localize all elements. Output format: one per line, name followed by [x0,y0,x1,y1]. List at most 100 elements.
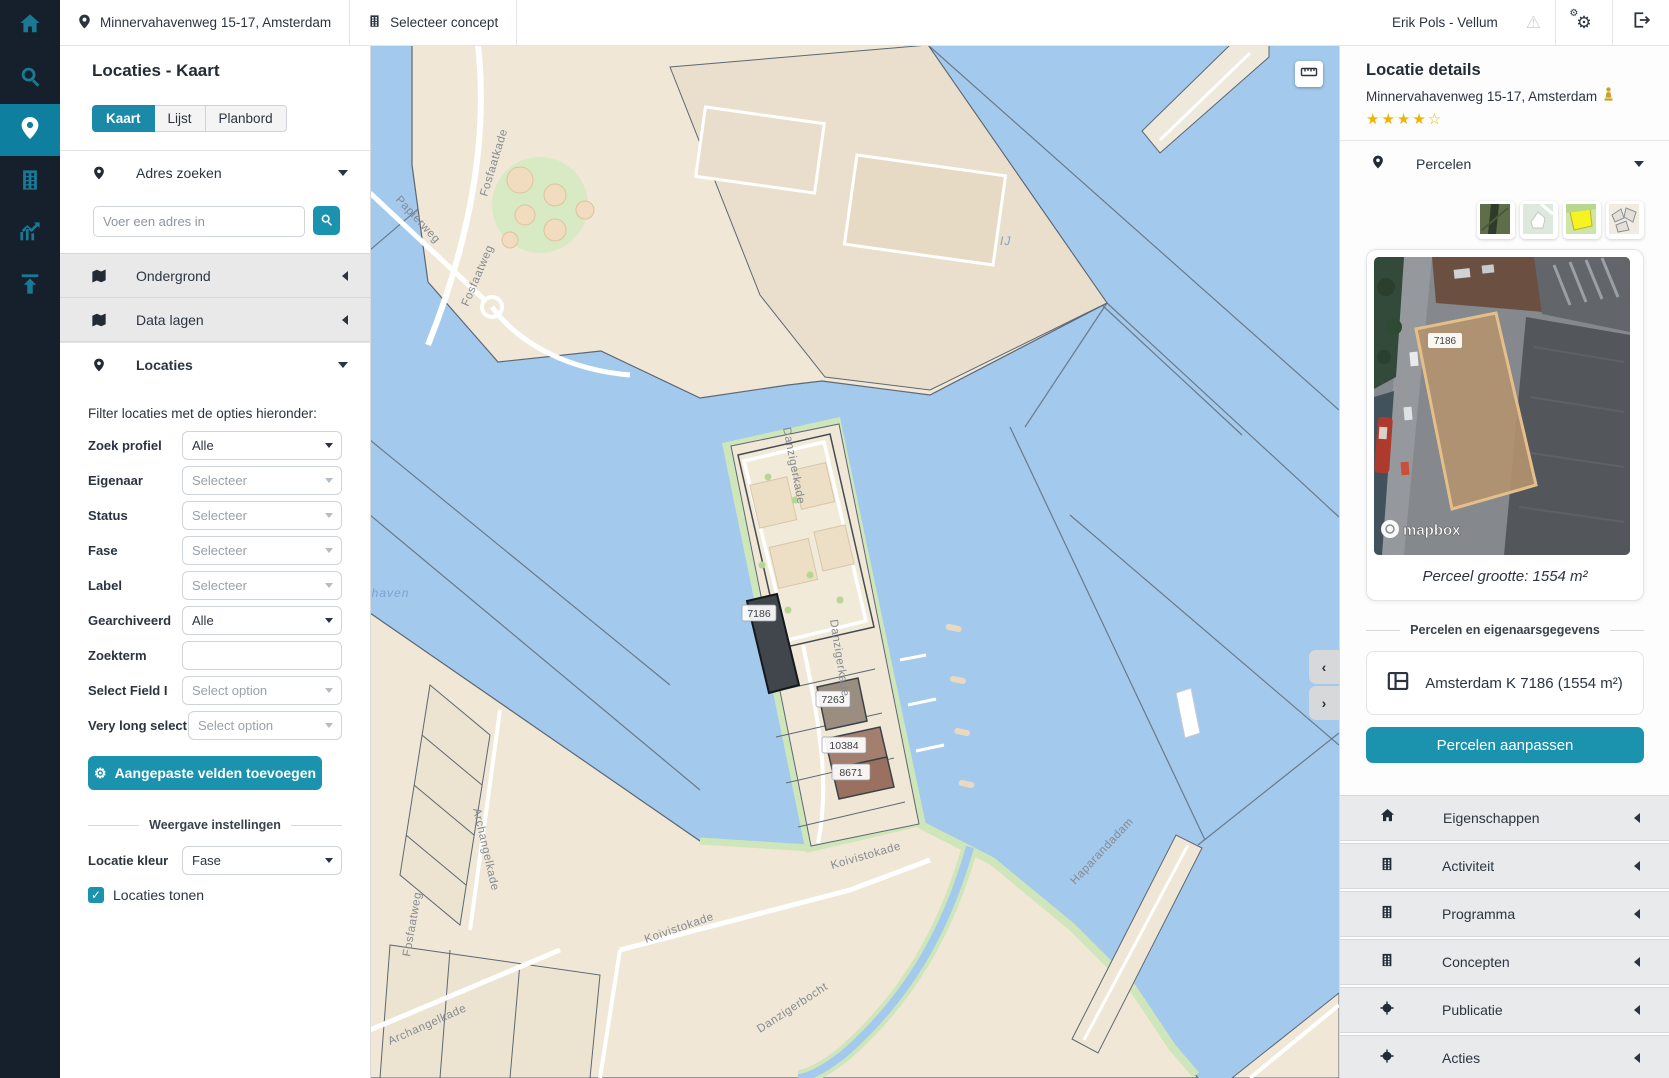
chevron-down-icon [338,362,348,368]
accordion-label: Eigenschappen [1443,810,1540,826]
section-adres-zoeken[interactable]: Adres zoeken [60,150,370,194]
parcel-label: 8671 [839,767,863,779]
checkbox-checked-icon[interactable] [88,887,104,903]
thumbnail-highlight-style[interactable] [1563,201,1601,239]
field-label: Gearchiveerd [88,613,176,628]
locaties-tonen-checkbox-row[interactable]: Locaties tonen [88,887,342,903]
parcel-label: 7186 [747,608,771,620]
select-value: Select option [198,718,273,733]
zoek-profiel-select[interactable]: Alle [182,431,342,460]
chevron-down-icon [325,548,333,553]
map-canvas[interactable]: 7186 7263 10384 8671 Fosfaatkade Fosfaat… [370,45,1339,1078]
home-icon [19,13,41,40]
status-select[interactable]: Selecteer [182,501,342,530]
water-label: Minervahaven [370,586,409,600]
zoekterm-input[interactable] [182,641,342,670]
parcel-list-item[interactable]: Amsterdam K 7186 (1554 m²) [1366,651,1644,715]
rating-stars[interactable]: ★★★★☆ [1366,110,1644,128]
percelen-aanpassen-button[interactable]: Percelen aanpassen [1366,727,1644,763]
topbar-concept-tab[interactable]: Selecteer concept [350,0,517,45]
section-label: Locaties [136,357,193,373]
section-data-lagen[interactable]: Data lagen [60,298,370,342]
home-icon [1380,808,1395,828]
accordion-eigenschappen[interactable]: Eigenschappen [1340,795,1669,841]
accordion-programma[interactable]: Programma [1340,891,1669,937]
section-percelen[interactable]: Percelen [1340,140,1669,187]
field-label: Very long select [88,718,188,733]
tab-planbord[interactable]: Planbord [206,105,287,132]
chevron-down-icon [325,858,333,863]
location-pin-icon [78,14,91,32]
section-label: Ondergrond [136,268,211,284]
chevron-left-icon [1634,957,1640,967]
divider-label-text: Percelen en eigenaarsgegevens [1410,623,1600,637]
tab-kaart[interactable]: Kaart [92,105,155,132]
thumbnail-satellite-style[interactable] [1477,201,1515,239]
satellite-image[interactable]: 7186 mapbox [1374,257,1630,555]
collapse-left-button[interactable]: ‹ [1309,650,1339,684]
parcel-preview-card: 7186 mapbox Perceel grootte: 1554 m² [1366,249,1644,601]
chevron-left-icon [342,271,348,281]
locatie-kleur-select[interactable]: Fase [182,846,342,875]
topbar-location-tab[interactable]: Minnervahavenweg 15-17, Amsterdam [60,0,350,45]
section-locaties[interactable]: Locaties [60,342,370,386]
chevron-left-icon [1634,909,1640,919]
accordion-activiteit[interactable]: Activiteit [1340,843,1669,889]
chevron-down-icon [325,513,333,518]
location-pin-icon [90,166,108,180]
accordion-publicatie[interactable]: Publicatie [1340,987,1669,1033]
star-empty: ☆ [1428,111,1443,128]
select-value: Fase [192,853,221,868]
nav-buildings[interactable] [0,156,60,208]
mapbox-label: mapbox [1403,522,1461,539]
add-custom-fields-button[interactable]: ⚙Aangepaste velden toevoegen [88,756,322,790]
select-value: Select option [192,683,267,698]
address-search-button[interactable] [313,206,340,235]
measure-tool-button[interactable] [1295,61,1323,87]
field-label: Locatie kleur [88,853,176,868]
left-panel: Locaties - Kaart Kaart Lijst Planbord Ad… [60,45,371,1078]
logout-button[interactable] [1612,0,1669,45]
parcel-label: 10384 [829,740,858,752]
thumbnail-light-style[interactable] [1520,201,1558,239]
search-icon [320,213,333,229]
water-label: IJ [1000,234,1011,248]
nav-locations[interactable] [0,104,60,156]
topbar-concept-label: Selecteer concept [390,15,498,30]
crosshair-icon [1380,1049,1394,1068]
eigenaar-select[interactable]: Selecteer [182,466,342,495]
field-label: Status [88,508,176,523]
fase-select[interactable]: Selecteer [182,536,342,565]
select-value: Alle [192,613,214,628]
section-ondergrond[interactable]: Ondergrond [60,253,370,298]
nav-home[interactable] [0,0,60,52]
address-search-input[interactable] [93,206,305,237]
location-pin-icon [19,117,41,144]
chevron-down-icon [325,688,333,693]
section-label: Adres zoeken [136,165,222,181]
location-pin-icon [1372,155,1384,174]
building-icon [1380,953,1394,972]
nav-analytics[interactable] [0,208,60,260]
accordion-concepten[interactable]: Concepten [1340,939,1669,985]
select-value: Selecteer [192,543,247,558]
field-label: Eigenaar [88,473,176,488]
tab-lijst[interactable]: Lijst [155,105,206,132]
select-value: Selecteer [192,473,247,488]
gearchiveerd-select[interactable]: Alle [182,606,342,635]
select-field-i-select[interactable]: Select option [182,676,342,705]
collapse-right-button[interactable]: › [1309,686,1339,720]
accordion-acties[interactable]: Acties [1340,1035,1669,1078]
label-select[interactable]: Selecteer [182,571,342,600]
nav-upload[interactable] [0,260,60,312]
nav-search[interactable] [0,52,60,104]
chevron-down-icon [325,443,333,448]
settings-button[interactable]: ⚙⚙ [1555,0,1612,45]
button-label: Aangepaste velden toevoegen [115,765,317,781]
select-value: Selecteer [192,508,247,523]
parcel-label: 7186 [1434,336,1457,347]
very-long-select[interactable]: Select option [188,711,342,740]
chevron-down-icon [325,723,333,728]
parcel-item-label: Amsterdam K 7186 (1554 m²) [1425,675,1623,692]
thumbnail-parcels-style[interactable] [1606,201,1644,239]
